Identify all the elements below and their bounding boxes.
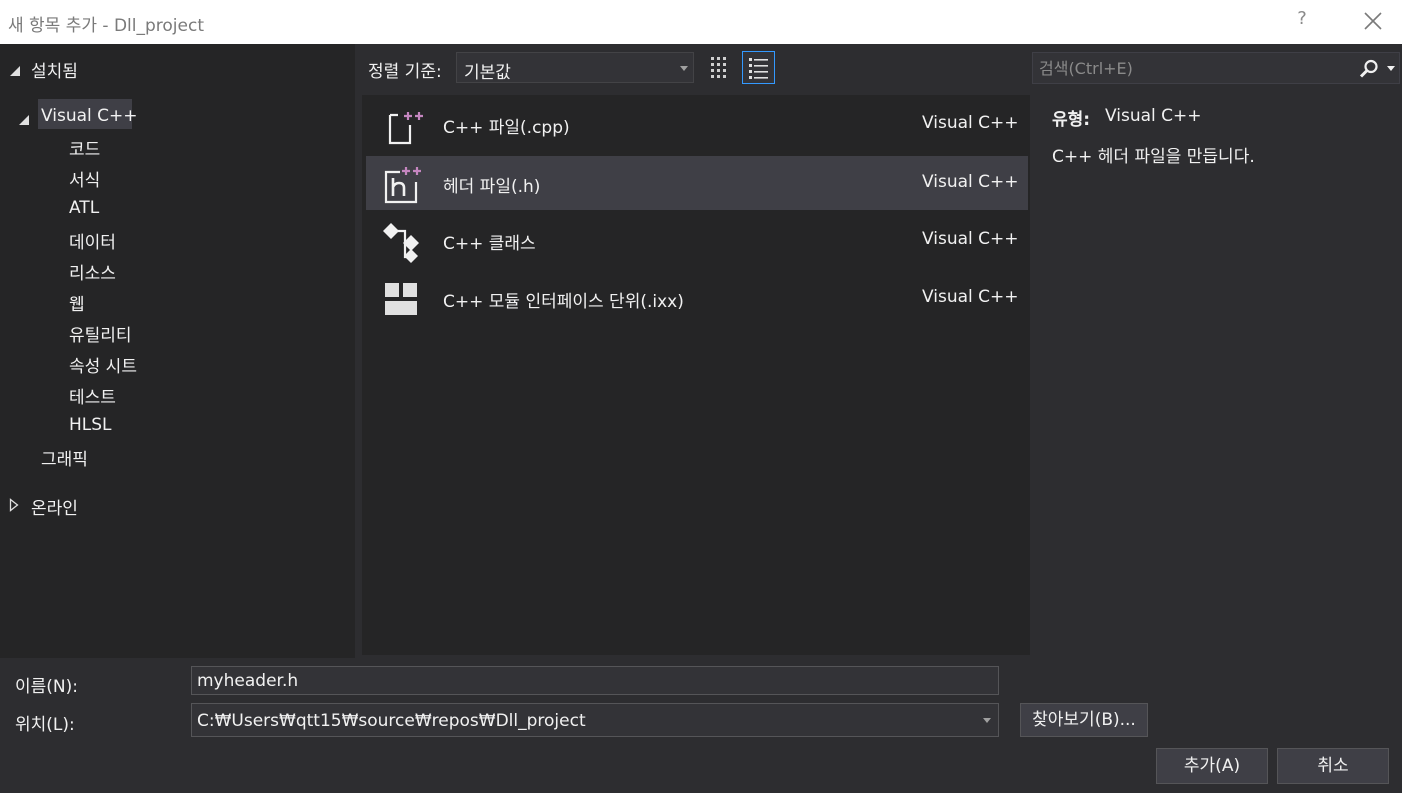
search-box: [1032, 52, 1400, 84]
tree-item-visual-cpp[interactable]: Visual C++: [41, 106, 138, 126]
template-row-module[interactable]: C++ 모듈 인터페이스 단위(.ixx) Visual C++: [366, 271, 1028, 325]
type-label: 유형:: [1052, 110, 1091, 130]
window-title: 새 항목 추가 - Dll_project: [8, 16, 204, 36]
template-row-header-file[interactable]: 헤더 파일(.h) Visual C++: [366, 156, 1028, 210]
header-file-icon: [380, 162, 424, 206]
close-icon: [1364, 12, 1382, 30]
tree-item-data[interactable]: 데이터: [69, 228, 116, 253]
template-name: C++ 모듈 인터페이스 단위(.ixx): [443, 292, 684, 312]
template-row-class[interactable]: C++ 클래스 Visual C++: [366, 213, 1028, 267]
list-view-button[interactable]: [742, 51, 775, 84]
template-name: 헤더 파일(.h): [443, 177, 541, 197]
name-label: 이름(N):: [15, 677, 78, 697]
cancel-button[interactable]: 취소: [1277, 748, 1389, 784]
help-button[interactable]: ?: [1290, 8, 1314, 34]
tree-item-online[interactable]: 온라인: [31, 494, 78, 519]
details-panel: [1034, 95, 1402, 655]
template-description: C++ 헤더 파일을 만듭니다.: [1052, 147, 1255, 167]
tree-item-web[interactable]: 웹: [69, 290, 85, 315]
template-language: Visual C++: [922, 172, 1019, 192]
chevron-down-icon[interactable]: [983, 718, 991, 723]
expanded-arrow-icon[interactable]: [19, 111, 31, 131]
tree-item-hlsl[interactable]: HLSL: [69, 415, 112, 435]
template-language: Visual C++: [922, 229, 1019, 249]
chevron-down-icon: [680, 66, 688, 71]
cpp-file-icon: [380, 103, 424, 147]
title-bar: [0, 0, 1402, 44]
list-icon: [749, 58, 768, 79]
type-value: Visual C++: [1105, 106, 1202, 126]
expanded-arrow-icon[interactable]: [10, 62, 22, 82]
grid-icon: [711, 57, 726, 78]
small-icons-view-button[interactable]: [706, 52, 738, 84]
tree-item-test[interactable]: 테스트: [69, 383, 116, 408]
tree-item-installed[interactable]: 설치됨: [31, 57, 78, 82]
tree-item-utility[interactable]: 유틸리티: [69, 321, 132, 346]
search-icon[interactable]: [1358, 58, 1380, 85]
tree-item-code[interactable]: 코드: [69, 135, 100, 160]
close-button[interactable]: [1358, 6, 1388, 36]
template-row-cpp-file[interactable]: C++ 파일(.cpp) Visual C++: [366, 97, 1028, 151]
browse-button[interactable]: 찾아보기(B)...: [1020, 703, 1148, 737]
location-combobox[interactable]: C:₩Users₩qtt15₩source₩repos₩Dll_project: [191, 703, 999, 737]
location-value: C:₩Users₩qtt15₩source₩repos₩Dll_project: [197, 711, 586, 731]
template-name: C++ 파일(.cpp): [443, 118, 570, 138]
tree-item-resources[interactable]: 리소스: [69, 259, 116, 284]
class-icon: [380, 219, 424, 263]
module-icon: [380, 277, 424, 321]
template-name: C++ 클래스: [443, 234, 536, 254]
search-options-chevron-icon[interactable]: [1387, 66, 1395, 71]
location-label: 위치(L):: [15, 715, 75, 735]
template-language: Visual C++: [922, 287, 1019, 307]
tree-item-graphics[interactable]: 그래픽: [41, 445, 88, 470]
template-list: C++ 파일(.cpp) Visual C++ 헤더 파일(.h) Visual…: [362, 95, 1030, 655]
tree-item-property-sheet[interactable]: 속성 시트: [69, 352, 137, 377]
search-input[interactable]: [1039, 56, 1349, 80]
tree-item-atl[interactable]: ATL: [69, 198, 99, 218]
category-tree: [0, 44, 355, 658]
add-button[interactable]: 추가(A): [1156, 748, 1268, 784]
name-input[interactable]: [191, 666, 999, 695]
sort-label: 정렬 기준:: [368, 62, 442, 82]
sort-dropdown[interactable]: 기본값: [456, 52, 694, 83]
sort-value: 기본값: [464, 63, 511, 83]
collapsed-arrow-icon[interactable]: [9, 497, 19, 517]
template-language: Visual C++: [922, 113, 1019, 133]
tree-item-format[interactable]: 서식: [69, 166, 100, 191]
